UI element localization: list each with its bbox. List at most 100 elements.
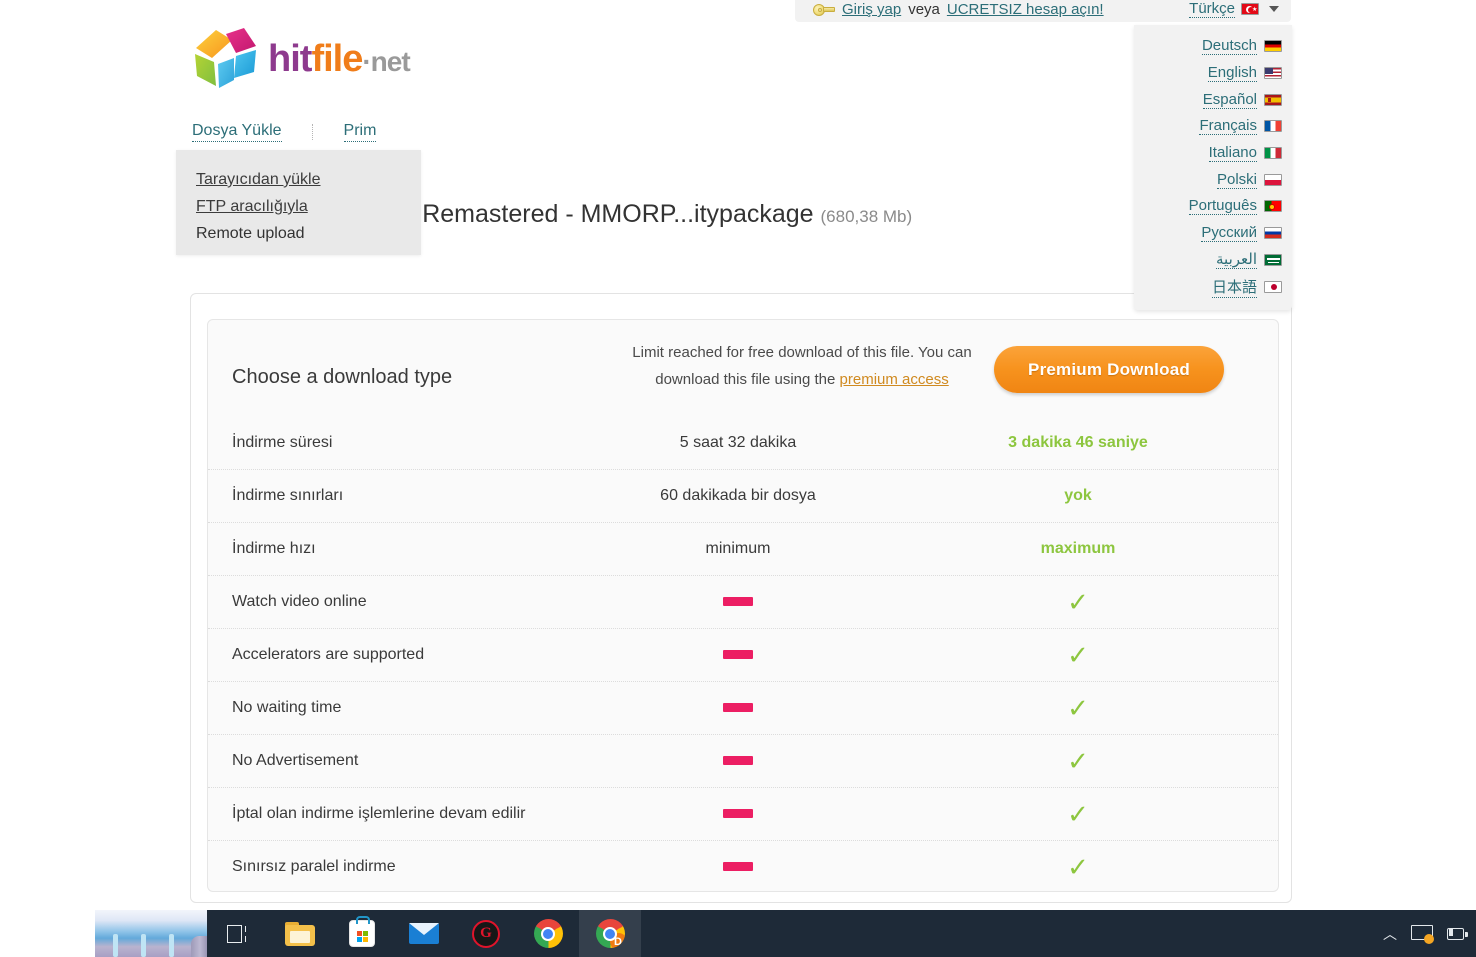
row-premium-value: ✓ [908, 854, 1248, 881]
language-item-russian[interactable]: Русский [1134, 220, 1282, 247]
upload-menu-item-remote[interactable]: Remote upload [196, 220, 421, 247]
language-switcher[interactable]: Türkçe ★ [1189, 0, 1279, 18]
row-premium-value: ✓ [908, 642, 1248, 669]
language-label[interactable]: Italiano [1208, 144, 1257, 163]
antivirus-icon: G [472, 919, 500, 948]
chrome-download-button[interactable]: D [579, 910, 641, 957]
microsoft-store-button[interactable] [331, 910, 393, 957]
nav-separator [311, 124, 314, 140]
row-free-value: minimum [705, 540, 771, 557]
table-row: İptal olan indirme işlemlerine devam edi… [208, 787, 1278, 840]
language-label[interactable]: Polski [1216, 171, 1257, 189]
language-label[interactable]: Português [1188, 197, 1257, 216]
row-premium-value: maximum [1040, 540, 1116, 557]
nav-item-premium[interactable]: Prim [343, 122, 377, 142]
language-item-espanol[interactable]: Español [1134, 86, 1282, 113]
not-available-dash-icon [723, 597, 753, 606]
windows-taskbar: G D ︿ [0, 910, 1476, 957]
row-free-value [568, 646, 908, 664]
flag-fr-icon [1264, 120, 1282, 133]
upload-menu-item-browser[interactable]: Tarayıcıdan yükle [196, 166, 421, 193]
premium-download-button[interactable]: Premium Download [994, 346, 1224, 393]
task-view-button[interactable] [207, 910, 269, 957]
flag-ru-icon [1264, 227, 1282, 240]
battery-icon[interactable] [1447, 927, 1468, 940]
main-navigation: Dosya Yükle Prim [192, 122, 377, 142]
chevron-down-icon[interactable] [1269, 6, 1279, 12]
row-free-value: 5 saat 32 dakika [679, 434, 797, 451]
row-label: Watch video online [232, 593, 367, 610]
antivirus-button[interactable]: G [455, 910, 517, 957]
taskbar-pinned-items: G D [207, 910, 641, 957]
current-language-label[interactable]: Türkçe [1189, 0, 1235, 18]
row-label: İndirme sınırları [232, 487, 344, 504]
logo-text-net: ·net [362, 46, 410, 77]
language-item-polski[interactable]: Polski [1134, 166, 1282, 193]
top-utility-bar: Giriş yap veya UCRETSIZ hesap açın! Türk… [795, 0, 1291, 22]
language-item-english[interactable]: English [1134, 60, 1282, 87]
chrome-button[interactable] [517, 910, 579, 957]
language-item-deutsch[interactable]: Deutsch [1134, 33, 1282, 60]
language-item-italiano[interactable]: Italiano [1134, 140, 1282, 167]
language-dropdown-menu[interactable]: Deutsch English Español Français Italian… [1134, 25, 1292, 310]
logo-wordmark: hitfile·net [268, 40, 411, 78]
flag-pt-icon [1264, 200, 1282, 213]
flag-es-icon [1264, 93, 1282, 106]
row-premium-value: yok [1064, 487, 1092, 504]
key-icon [813, 3, 835, 16]
site-logo[interactable]: hitfile·net [192, 26, 412, 96]
language-item-arabic[interactable]: العربية [1134, 247, 1282, 274]
flag-tr-icon: ★ [1241, 3, 1259, 15]
language-label[interactable]: Deutsch [1201, 37, 1257, 56]
register-link[interactable]: UCRETSIZ hesap açın! [947, 1, 1104, 18]
table-row: İndirme hızı minimum maximum [208, 522, 1278, 575]
language-label[interactable]: 日本語 [1211, 276, 1257, 298]
language-label[interactable]: العربية [1216, 250, 1257, 270]
show-hidden-icons-chevron-icon[interactable]: ︿ [1383, 924, 1397, 944]
table-row: Sınırsız paralel indirme ✓ [208, 840, 1278, 893]
language-item-francais[interactable]: Français [1134, 113, 1282, 140]
hitfile-logo-icon [195, 28, 256, 88]
table-row: Accelerators are supported ✓ [208, 628, 1278, 681]
download-type-title: Choose a download type [232, 366, 453, 388]
row-premium-value: ✓ [908, 589, 1248, 616]
flag-us-icon [1264, 67, 1282, 80]
upload-menu-link[interactable]: FTP aracılığıyla [196, 198, 308, 215]
upload-dropdown-menu[interactable]: Tarayıcıdan yükle FTP aracılığıyla Remot… [176, 150, 421, 255]
mail-button[interactable] [393, 910, 455, 957]
not-available-dash-icon [723, 756, 753, 765]
row-label: İndirme süresi [232, 434, 333, 451]
row-free-value [568, 752, 908, 770]
row-free-value [568, 699, 908, 717]
row-label: Accelerators are supported [232, 646, 425, 663]
network-icon[interactable] [1411, 925, 1434, 944]
language-label[interactable]: English [1207, 64, 1257, 83]
language-item-japanese[interactable]: 日本語 [1134, 273, 1282, 300]
checkmark-icon: ✓ [1067, 851, 1089, 882]
file-size: (680,38 Mb) [820, 207, 913, 226]
language-label[interactable]: Русский [1201, 224, 1257, 243]
row-free-value [568, 805, 908, 823]
download-outer-panel: Choose a download type Limit reached for… [190, 293, 1292, 903]
upload-menu-link[interactable]: Tarayıcıdan yükle [196, 171, 321, 188]
table-row: Watch video online ✓ [208, 575, 1278, 628]
flag-sa-icon [1264, 253, 1282, 266]
flag-jp-icon [1264, 280, 1282, 293]
flag-pl-icon [1264, 173, 1282, 186]
not-available-dash-icon [723, 862, 753, 871]
desktop-wallpaper [0, 910, 207, 957]
row-premium-value: 3 dakika 46 saniye [1008, 434, 1148, 451]
login-link[interactable]: Giriş yap [842, 1, 901, 18]
checkmark-icon: ✓ [1067, 745, 1089, 776]
nav-item-upload[interactable]: Dosya Yükle [192, 122, 282, 142]
download-limit-note: Limit reached for free download of this … [612, 339, 992, 393]
language-item-portugues[interactable]: Português [1134, 193, 1282, 220]
file-explorer-button[interactable] [269, 910, 331, 957]
premium-access-link[interactable]: premium access [840, 371, 949, 388]
table-row: İndirme sınırları 60 dakikada bir dosya … [208, 469, 1278, 522]
language-label[interactable]: Français [1199, 117, 1257, 136]
language-label[interactable]: Español [1202, 91, 1257, 109]
flag-it-icon [1264, 147, 1282, 160]
upload-menu-item-ftp[interactable]: FTP aracılığıyla [196, 193, 421, 220]
not-available-dash-icon [723, 703, 753, 712]
